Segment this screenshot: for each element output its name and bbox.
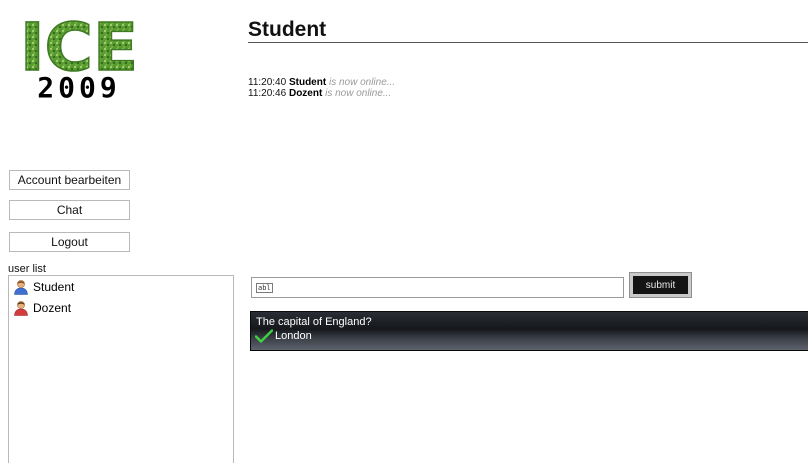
user-list-label: user list (8, 263, 46, 275)
answer-row: London (255, 329, 312, 343)
chat-message: 11:20:46 Dozent is now online... (248, 88, 395, 99)
answer-text: London (275, 330, 312, 342)
chat-button[interactable]: Chat (9, 200, 130, 220)
logout-button[interactable]: Logout (9, 232, 130, 252)
question-panel: The capital of England? London (250, 311, 808, 351)
page-title: Student (248, 18, 327, 41)
message-user: Dozent (288, 88, 323, 99)
answer-input[interactable]: abl (251, 277, 624, 298)
chat-message: 11:20:40 Student is now online... (248, 77, 395, 88)
user-name: Student (33, 279, 75, 294)
chat-log: 11:20:40 Student is now online... 11:20:… (248, 77, 395, 99)
ice-2009-logo: ICE 2009 (19, 12, 139, 98)
message-status: is now online... (328, 77, 396, 88)
user-list-item[interactable]: Student (9, 276, 233, 297)
account-edit-button[interactable]: Account bearbeiten (9, 170, 130, 190)
message-time: 11:20:40 (248, 77, 287, 88)
user-name: Dozent (33, 300, 72, 315)
user-dozent-icon (14, 300, 28, 316)
question-text: The capital of England? (256, 316, 372, 328)
message-time: 11:20:46 (248, 88, 287, 99)
title-divider (248, 42, 808, 43)
logo-year-text: 2009 (37, 71, 120, 98)
submit-button[interactable]: submit (629, 272, 692, 298)
user-list[interactable]: Student Dozent (8, 275, 234, 463)
message-user: Student (288, 77, 327, 88)
message-status: is now online... (325, 88, 392, 99)
text-cursor-icon: abl (256, 282, 273, 293)
user-student-icon (14, 279, 28, 295)
user-list-item[interactable]: Dozent (9, 297, 233, 318)
submit-button-label: submit (633, 276, 688, 294)
checkmark-icon (255, 329, 273, 343)
